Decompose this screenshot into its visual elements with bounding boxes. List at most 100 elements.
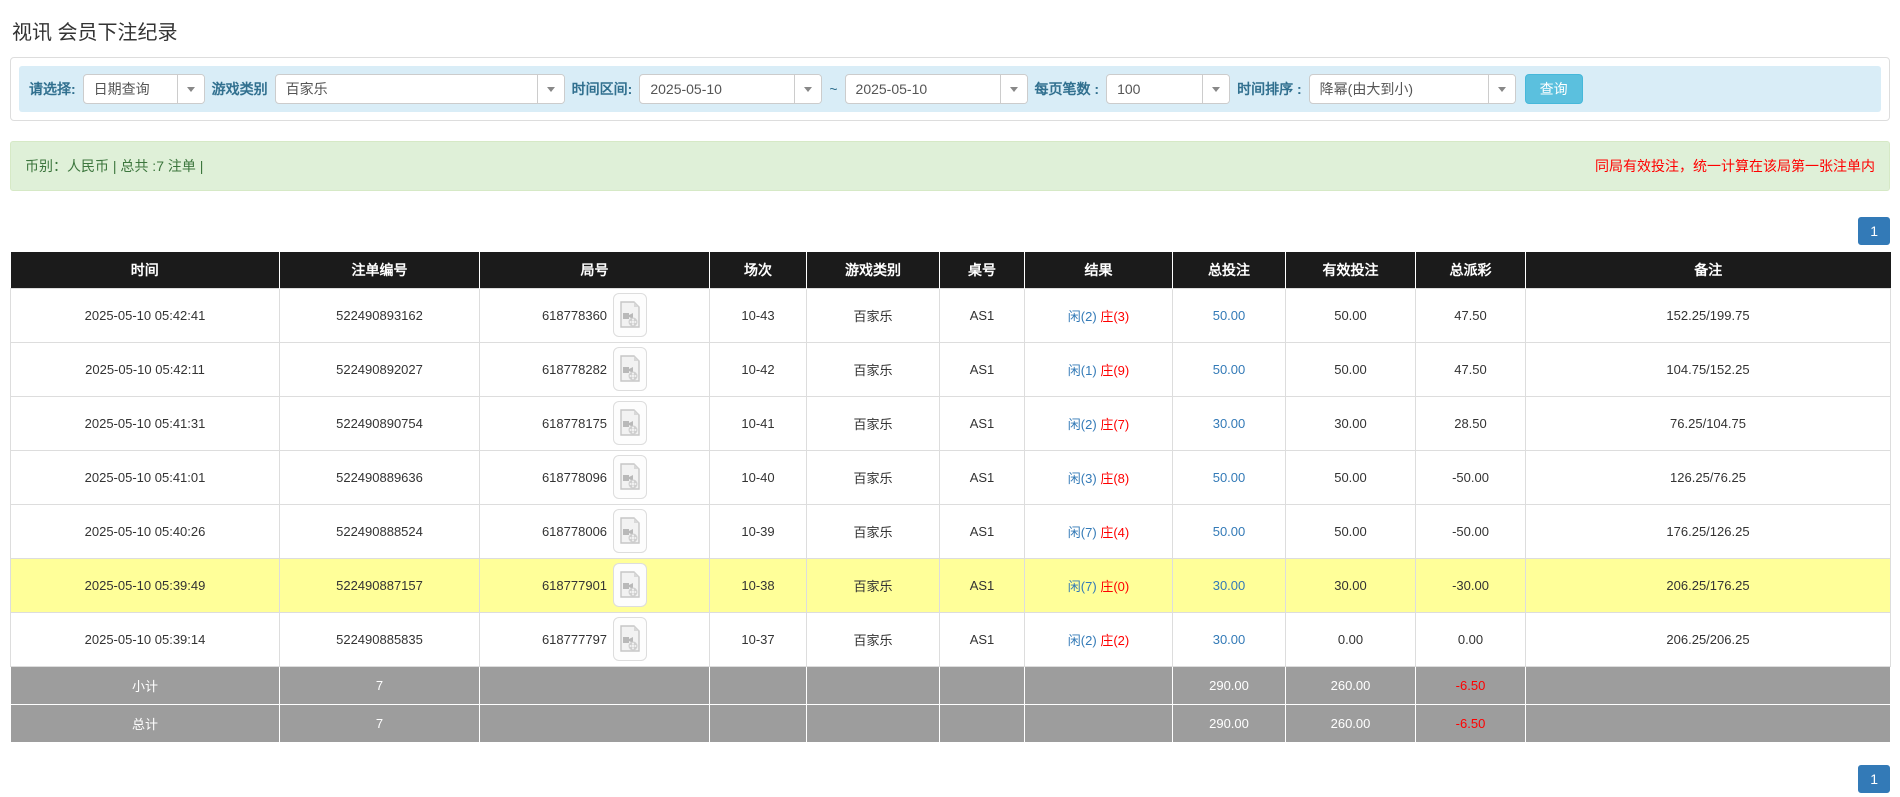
currency-summary-text: 币别：人民币 | 总共 :7 注单 |: [25, 158, 204, 174]
table-number-cell: AS1: [939, 395, 1025, 451]
table-row: 2025-05-10 05:41:31 522490890754 618778175…: [10, 395, 1891, 451]
player-result: 闲(2): [1067, 632, 1097, 648]
sort-value: 降幂(由大到小): [1319, 81, 1413, 97]
summary-empty-cell: [1525, 703, 1891, 743]
pagination-top: 1: [10, 217, 1890, 245]
result-cell: 闲(7) 庄(4): [1024, 503, 1173, 559]
bet-number-cell: 522490888524: [279, 503, 480, 559]
session-cell: 10-40: [709, 449, 807, 505]
video-file-icon[interactable]: [613, 563, 648, 607]
table-number-cell: AS1: [939, 557, 1025, 613]
video-file-icon[interactable]: [613, 401, 648, 445]
note-cell: 76.25/104.75: [1525, 395, 1891, 451]
chevron-down-icon[interactable]: [1487, 75, 1515, 103]
time-range-label: 时间区间:: [571, 81, 633, 97]
page: 视讯 会员下注纪录 请选择: 日期查询 游戏类别 百家乐 时间区间: 2025-…: [0, 0, 1900, 793]
round-number: 618778282: [541, 361, 608, 377]
session-cell: 10-42: [709, 341, 807, 397]
chevron-down-icon[interactable]: [999, 75, 1027, 103]
summary-empty-cell: [939, 665, 1025, 705]
game-type-select[interactable]: 百家乐: [274, 74, 565, 104]
game-type-cell: 百家乐: [806, 287, 940, 343]
game-type-cell: 百家乐: [806, 557, 940, 613]
total-bet-cell[interactable]: 30.00: [1172, 557, 1286, 613]
round-number-cell: 618777901: [479, 557, 710, 613]
summary-valid-bet-cell: 260.00: [1285, 703, 1416, 743]
round-number-cell: 618778282: [479, 341, 710, 397]
select-mode-label: 请选择:: [29, 81, 76, 97]
round-number-cell: 618778175: [479, 395, 710, 451]
page-1-button[interactable]: 1: [1858, 764, 1890, 793]
column-header: 总派彩: [1415, 252, 1526, 288]
video-file-icon[interactable]: [613, 293, 648, 337]
sort-select[interactable]: 降幂(由大到小): [1308, 74, 1516, 104]
query-mode-select[interactable]: 日期查询: [82, 74, 205, 104]
search-button[interactable]: 查询: [1524, 74, 1583, 104]
result-cell: 闲(1) 庄(9): [1024, 341, 1173, 397]
chevron-down-icon[interactable]: [1202, 75, 1230, 103]
session-cell: 10-38: [709, 557, 807, 613]
game-type-cell: 百家乐: [806, 503, 940, 559]
summary-empty-cell: [806, 703, 940, 743]
total-bet-cell[interactable]: 30.00: [1172, 611, 1286, 667]
summary-count-cell: 7: [279, 665, 480, 705]
note-cell: 206.25/176.25: [1525, 557, 1891, 613]
valid-bet-cell: 50.00: [1285, 503, 1416, 559]
bet-number-cell: 522490887157: [279, 557, 480, 613]
column-header: 总投注: [1172, 252, 1286, 288]
time-cell: 2025-05-10 05:40:26: [10, 503, 280, 559]
game-type-cell: 百家乐: [806, 395, 940, 451]
total-bet-cell[interactable]: 50.00: [1172, 449, 1286, 505]
table-number-cell: AS1: [939, 341, 1025, 397]
payout-cell: 28.50: [1415, 395, 1526, 451]
game-type-cell: 百家乐: [806, 449, 940, 505]
time-cell: 2025-05-10 05:41:01: [10, 449, 280, 505]
banker-result: 庄(4): [1100, 524, 1130, 540]
per-page-select[interactable]: 100: [1106, 74, 1231, 104]
sort-label: 时间排序 :: [1237, 81, 1302, 97]
chevron-down-icon[interactable]: [794, 75, 822, 103]
game-type-cell: 百家乐: [806, 611, 940, 667]
chevron-down-icon[interactable]: [176, 75, 204, 103]
page-1-button[interactable]: 1: [1858, 217, 1890, 245]
payout-cell: -50.00: [1415, 449, 1526, 505]
payout-cell: -50.00: [1415, 503, 1526, 559]
date-to-input[interactable]: 2025-05-10: [844, 74, 1028, 104]
bet-number-cell: 522490893162: [279, 287, 480, 343]
column-header: 注单编号: [279, 252, 480, 288]
summary-payout-cell: -6.50: [1415, 703, 1526, 743]
video-file-icon[interactable]: [613, 617, 648, 661]
payout-cell: -30.00: [1415, 557, 1526, 613]
summary-empty-cell: [806, 665, 940, 705]
video-file-icon[interactable]: [613, 347, 648, 391]
session-cell: 10-43: [709, 287, 807, 343]
result-cell: 闲(2) 庄(3): [1024, 287, 1173, 343]
valid-bet-cell: 50.00: [1285, 287, 1416, 343]
session-cell: 10-39: [709, 503, 807, 559]
video-file-icon[interactable]: [613, 455, 648, 499]
note-cell: 176.25/126.25: [1525, 503, 1891, 559]
date-from-input[interactable]: 2025-05-10: [639, 74, 823, 104]
total-bet-cell[interactable]: 50.00: [1172, 341, 1286, 397]
total-bet-cell[interactable]: 50.00: [1172, 287, 1286, 343]
round-number-cell: 618778360: [479, 287, 710, 343]
summary-total-bet-cell: 290.00: [1172, 703, 1286, 743]
table-row: 2025-05-10 05:41:01 522490889636 618778096…: [10, 449, 1891, 505]
round-number: 618778096: [541, 469, 608, 485]
round-number-cell: 618777797: [479, 611, 710, 667]
range-separator: ~: [829, 81, 838, 97]
time-cell: 2025-05-10 05:42:11: [10, 341, 280, 397]
table-number-cell: AS1: [939, 611, 1025, 667]
chevron-down-icon[interactable]: [536, 75, 564, 103]
table-header-row: 时间 注单编号 局号 场次 游戏类别 桌号 结果 总投注 有效投注 总派彩 备注: [10, 252, 1891, 288]
player-result: 闲(3): [1067, 470, 1097, 486]
bet-number-cell: 522490890754: [279, 395, 480, 451]
bet-number-cell: 522490889636: [279, 449, 480, 505]
round-number: 618778360: [541, 307, 608, 323]
summary-empty-cell: [479, 665, 710, 705]
video-file-icon[interactable]: [613, 509, 648, 553]
total-bet-cell[interactable]: 30.00: [1172, 395, 1286, 451]
banker-result: 庄(9): [1100, 362, 1130, 378]
result-cell: 闲(7) 庄(0): [1024, 557, 1173, 613]
total-bet-cell[interactable]: 50.00: [1172, 503, 1286, 559]
